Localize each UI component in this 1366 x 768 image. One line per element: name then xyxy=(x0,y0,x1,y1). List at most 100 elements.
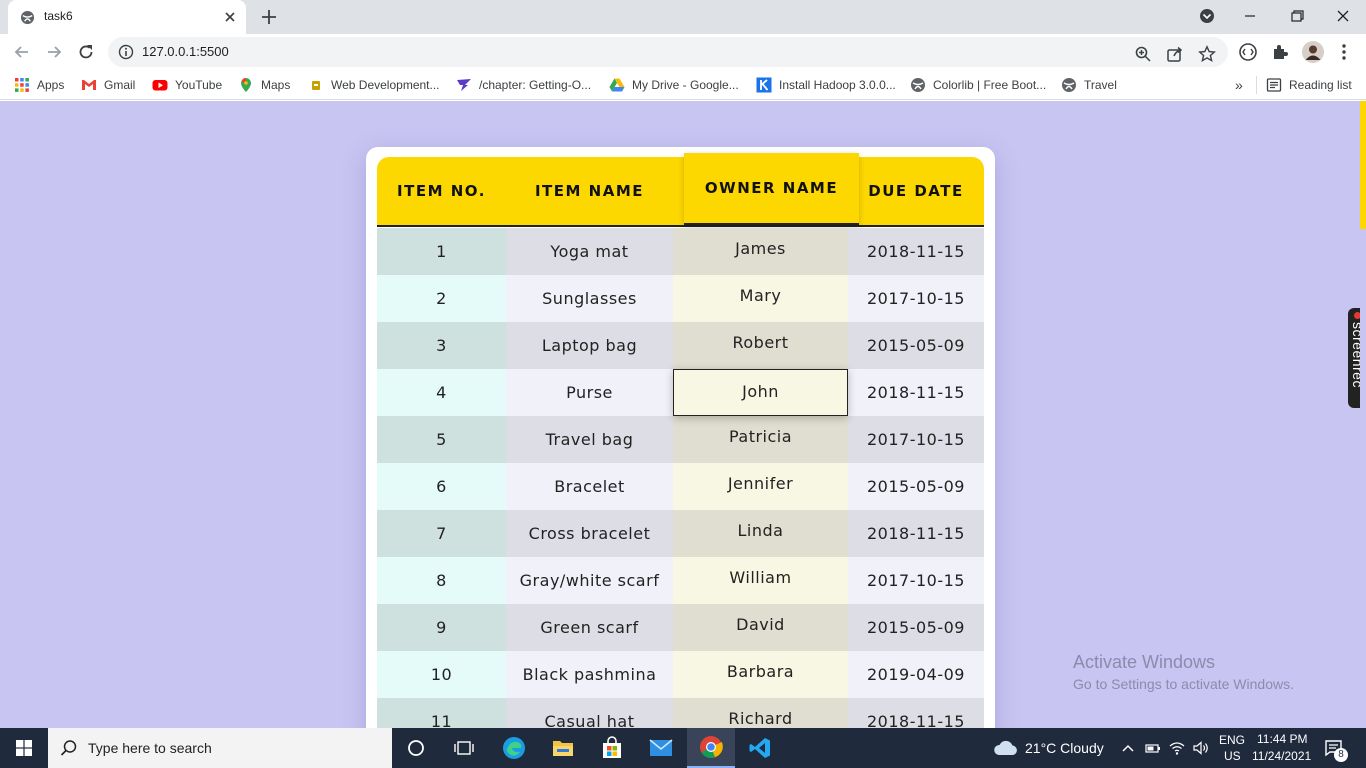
clock-date[interactable]: 11/24/2021 xyxy=(1252,749,1311,763)
bookmark-travel[interactable]: Travel xyxy=(1061,76,1117,94)
bookmark-gmail[interactable]: Gmail xyxy=(81,76,135,94)
owner-text: Patricia xyxy=(728,427,793,446)
bookmark-apps[interactable]: Apps xyxy=(14,76,64,94)
cell-owner-name[interactable]: James xyxy=(673,228,848,275)
search-icon xyxy=(60,740,77,756)
table-row: 4 Purse John 2018-11-15 xyxy=(377,369,984,416)
table-card: ITEM NO. ITEM NAME OWNER NAME DUE DATE 1… xyxy=(366,147,995,728)
owner-text: John xyxy=(742,382,779,401)
cell-item-no: 2 xyxy=(377,275,506,322)
bookmark-web-development[interactable]: Web Development... xyxy=(308,76,440,94)
cortana-button[interactable] xyxy=(392,728,440,768)
bookmark-colorlib[interactable]: Colorlib | Free Boot... xyxy=(910,76,1046,94)
table-body: 1 Yoga mat James 2018-11-15 2 Sunglasses… xyxy=(377,228,984,728)
bookmarks-overflow-button[interactable]: » xyxy=(1235,76,1243,94)
bookmark-install-hadoop[interactable]: Install Hadoop 3.0.0... xyxy=(756,76,896,94)
chevron-up-icon[interactable] xyxy=(1120,740,1136,756)
edge-browser-icon xyxy=(503,737,525,759)
bookmark-youtube[interactable]: YouTube xyxy=(152,76,222,94)
bookmark-label: Apps xyxy=(37,78,65,92)
close-tab-icon[interactable] xyxy=(222,9,238,25)
profile-avatar-icon[interactable] xyxy=(1302,41,1324,63)
battery-icon[interactable] xyxy=(1144,740,1162,756)
page-viewport: ITEM NO. ITEM NAME OWNER NAME DUE DATE 1… xyxy=(0,101,1366,728)
zoom-icon[interactable] xyxy=(1134,45,1152,63)
scrollbar-thumb[interactable] xyxy=(1360,101,1366,229)
table-row: 10 Black pashmina Barbara 2019-04-09 xyxy=(377,651,984,698)
table-row: 11 Casual hat Richard 2018-11-15 xyxy=(377,698,984,728)
cell-due-date: 2017-10-15 xyxy=(848,275,984,322)
restore-icon[interactable] xyxy=(1283,4,1311,28)
cell-owner-name[interactable]: David xyxy=(673,604,848,651)
cell-owner-name[interactable]: Linda xyxy=(673,510,848,557)
taskbar-search-box[interactable]: Type here to search xyxy=(48,728,392,768)
cell-item-no: 9 xyxy=(377,604,506,651)
page-scrollbar[interactable] xyxy=(1360,101,1366,728)
cell-owner-name[interactable]: Jennifer xyxy=(673,463,848,510)
taskbar-store[interactable] xyxy=(588,728,636,768)
bookmark-maps[interactable]: Maps xyxy=(238,76,290,94)
google-drive-icon xyxy=(609,78,625,92)
cell-item-no: 1 xyxy=(377,228,506,275)
cell-owner-name[interactable]: Patricia xyxy=(673,416,848,463)
cell-owner-name-hovered[interactable]: John xyxy=(673,369,848,416)
browser-tab[interactable]: task6 xyxy=(8,0,246,34)
bookmark-label: YouTube xyxy=(175,78,223,92)
windows-start-icon[interactable] xyxy=(0,728,48,768)
cell-item-no: 5 xyxy=(377,416,506,463)
address-bar[interactable]: 127.0.0.1:5500 xyxy=(108,37,1228,67)
new-tab-icon[interactable] xyxy=(260,8,278,26)
cell-owner-name[interactable]: Robert xyxy=(673,322,848,369)
task-view-button[interactable] xyxy=(440,728,488,768)
cell-owner-name[interactable]: Richard xyxy=(673,698,848,728)
maps-icon xyxy=(241,78,251,92)
more-menu-icon[interactable] xyxy=(1334,42,1354,62)
language-top[interactable]: ENG xyxy=(1219,733,1245,747)
taskbar-vscode[interactable] xyxy=(736,728,784,768)
extension-icon[interactable] xyxy=(1238,42,1258,62)
wifi-icon[interactable] xyxy=(1168,740,1186,756)
cell-owner-name[interactable]: William xyxy=(673,557,848,604)
cell-owner-name[interactable]: Mary xyxy=(673,275,848,322)
reading-list-button[interactable]: Reading list xyxy=(1266,76,1352,94)
cell-item-name: Sunglasses xyxy=(506,275,673,322)
cell-due-date: 2018-11-15 xyxy=(848,228,984,275)
tab-search-icon[interactable] xyxy=(1193,4,1221,28)
taskbar-file-explorer[interactable] xyxy=(539,728,587,768)
taskbar-chrome[interactable] xyxy=(687,728,735,768)
cell-owner-name[interactable]: Barbara xyxy=(673,651,848,698)
close-window-icon[interactable] xyxy=(1329,4,1357,28)
cell-item-no: 3 xyxy=(377,322,506,369)
cell-due-date: 2015-05-09 xyxy=(848,322,984,369)
volume-icon[interactable] xyxy=(1192,740,1210,756)
bookmark-star-icon[interactable] xyxy=(1198,45,1216,63)
cloudy-weather-icon[interactable] xyxy=(993,738,1019,758)
cell-item-name: Travel bag xyxy=(506,416,673,463)
k-icon xyxy=(756,77,772,93)
puzzle-extensions-icon[interactable] xyxy=(1270,42,1290,62)
cell-item-no: 6 xyxy=(377,463,506,510)
minimize-icon[interactable] xyxy=(1236,4,1264,28)
table-row: 5 Travel bag Patricia 2017-10-15 xyxy=(377,416,984,463)
table-row: 8 Gray/white scarf William 2017-10-15 xyxy=(377,557,984,604)
back-arrow-icon[interactable] xyxy=(12,42,32,62)
taskbar-mail[interactable] xyxy=(637,728,685,768)
table-row: 1 Yoga mat James 2018-11-15 xyxy=(377,228,984,275)
owner-text: Mary xyxy=(739,286,782,305)
weather-text[interactable]: 21°C Cloudy xyxy=(1025,740,1104,756)
cell-item-name: Bracelet xyxy=(506,463,673,510)
table-row: 6 Bracelet Jennifer 2015-05-09 xyxy=(377,463,984,510)
language-bottom[interactable]: US xyxy=(1224,749,1241,763)
task-view-icon xyxy=(454,741,474,755)
bookmark-chapter-getting[interactable]: /chapter: Getting-O... xyxy=(456,76,591,94)
site-info-icon[interactable] xyxy=(118,44,134,60)
share-icon[interactable] xyxy=(1166,45,1184,63)
owner-text: James xyxy=(735,239,786,258)
reload-icon[interactable] xyxy=(76,42,96,62)
cell-due-date: 2017-10-15 xyxy=(848,557,984,604)
bookmark-my-drive[interactable]: My Drive - Google... xyxy=(609,76,739,94)
taskbar-edge[interactable] xyxy=(490,728,538,768)
clock-time[interactable]: 11:44 PM xyxy=(1257,732,1307,746)
table-row: 7 Cross bracelet Linda 2018-11-15 xyxy=(377,510,984,557)
forward-arrow-icon[interactable] xyxy=(44,42,64,62)
